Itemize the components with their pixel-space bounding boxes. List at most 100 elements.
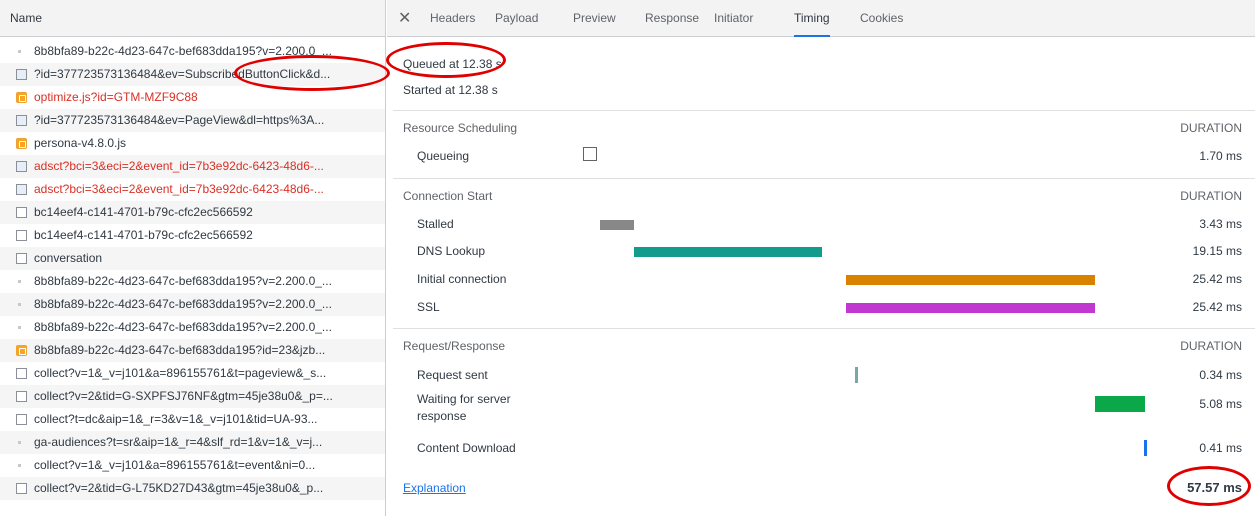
request-name: persona-v4.8.0.js [34,136,127,150]
document-icon [16,368,27,379]
request-row[interactable]: collect?v=1&_v=j101&a=896155761&t=pagevi… [0,362,385,385]
timing-row-label: Content Download [417,441,516,455]
timing-bar [600,220,634,230]
timing-bar [1144,440,1147,456]
tab-headers[interactable]: Headers [430,0,475,37]
request-name: collect?t=dc&aip=1&_r=3&v=1&_v=j101&tid=… [34,412,318,426]
resource-dot-icon [18,326,21,329]
section-title: Request/Response [403,339,506,353]
request-row[interactable]: collect?v=1&_v=j101&a=896155761&t=event&… [0,454,385,477]
request-name: 8b8bfa89-b22c-4d23-647c-bef683dda195?v=2… [34,274,332,288]
request-name: 8b8bfa89-b22c-4d23-647c-bef683dda195?id=… [34,343,326,357]
timing-row-label: SSL [417,300,440,314]
duration-header: DURATION [1180,121,1242,135]
document-icon [16,161,27,172]
timing-row-duration: 25.42 ms [1192,272,1242,286]
started-at-label: Started at 12.38 s [403,83,498,97]
request-name: conversation [34,251,103,265]
request-row[interactable]: adsct?bci=3&eci=2&event_id=7b3e92dc-6423… [0,178,385,201]
tab-response[interactable]: Response [645,0,699,37]
script-file-icon [16,138,27,149]
request-name: ?id=377723573136484&ev=PageView&dl=https… [34,113,325,127]
timing-row-label: DNS Lookup [417,244,486,258]
timing-bar [1095,396,1145,412]
resource-dot-icon [18,464,21,467]
duration-header: DURATION [1180,339,1242,353]
request-name: bc14eef4-c141-4701-b79c-cfc2ec566592 [34,228,253,242]
tab-initiator[interactable]: Initiator [714,0,753,37]
timing-row-duration: 3.43 ms [1199,217,1242,231]
document-icon [16,115,27,126]
timing-row-label: Waiting for server response [417,392,511,423]
tab-timing[interactable]: Timing [794,0,830,37]
request-row[interactable]: 8b8bfa89-b22c-4d23-647c-bef683dda195?id=… [0,339,385,362]
section-title: Resource Scheduling [403,121,518,135]
timing-bar [855,367,858,383]
request-row[interactable]: conversation [0,247,385,270]
request-row[interactable]: 8b8bfa89-b22c-4d23-647c-bef683dda195?v=2… [0,293,385,316]
timing-row-duration: 19.15 ms [1192,244,1242,258]
divider [393,178,1255,179]
document-icon [16,230,27,241]
tab-cookies[interactable]: Cookies [860,0,903,37]
detail-tabs: Headers Payload Preview Response Initiator Ti… [387,0,1255,37]
request-name: collect?v=1&_v=j101&a=896155761&t=event&… [34,458,316,472]
request-name: collect?v=1&_v=j101&a=896155761&t=pagevi… [34,366,327,380]
tab-payload[interactable]: Payload [495,0,538,37]
explanation-link[interactable]: Explanation [403,481,466,495]
tab-preview[interactable]: Preview [573,0,616,37]
close-icon[interactable]: ✕ [398,0,411,37]
document-icon [16,483,27,494]
request-name: 8b8bfa89-b22c-4d23-647c-bef683dda195?v=2… [34,297,332,311]
request-name: adsct?bci=3&eci=2&event_id=7b3e92dc-6423… [34,182,324,196]
divider [393,328,1255,329]
request-name: ga-audiences?t=sr&aip=1&_r=4&slf_rd=1&v=… [34,435,323,449]
request-row[interactable]: 8b8bfa89-b22c-4d23-647c-bef683dda195?v=2… [0,270,385,293]
request-row[interactable]: bc14eef4-c141-4701-b79c-cfc2ec566592 [0,224,385,247]
request-row[interactable]: collect?t=dc&aip=1&_r=3&v=1&_v=j101&tid=… [0,408,385,431]
request-name: optimize.js?id=GTM-MZF9C88 [34,90,198,104]
document-icon [16,207,27,218]
script-file-icon [16,345,27,356]
resource-dot-icon [18,441,21,444]
request-row[interactable]: ga-audiences?t=sr&aip=1&_r=4&slf_rd=1&v=… [0,431,385,454]
timing-bar [846,275,1095,285]
section-title: Connection Start [403,189,493,203]
timing-bar [634,247,822,257]
timing-row-duration: 25.42 ms [1192,300,1242,314]
resource-dot-icon [18,303,21,306]
timing-row-duration: 0.34 ms [1199,368,1242,382]
request-name: adsct?bci=3&eci=2&event_id=7b3e92dc-6423… [34,159,324,173]
request-row[interactable]: 8b8bfa89-b22c-4d23-647c-bef683dda195?v=2… [0,316,385,339]
request-row[interactable]: collect?v=2&tid=G-L75KD27D43&gtm=45je38u… [0,477,385,500]
timing-row-label: Request sent [417,368,488,382]
document-icon [16,69,27,80]
duration-header: DURATION [1180,189,1242,203]
name-column-header[interactable]: Name [0,0,385,37]
timing-row-duration: 5.08 ms [1199,397,1242,411]
request-name: collect?v=2&tid=G-SXPFSJ76NF&gtm=45je38u… [34,389,333,403]
request-name: 8b8bfa89-b22c-4d23-647c-bef683dda195?v=2… [34,320,332,334]
request-row[interactable]: bc14eef4-c141-4701-b79c-cfc2ec566592 [0,201,385,224]
annotation-circle-total [1167,466,1251,506]
document-icon [16,184,27,195]
timing-row-label: Stalled [417,217,454,231]
request-row[interactable]: collect?v=2&tid=G-SXPFSJ76NF&gtm=45je38u… [0,385,385,408]
request-row[interactable]: ?id=377723573136484&ev=PageView&dl=https… [0,109,385,132]
request-row[interactable]: persona-v4.8.0.js [0,132,385,155]
script-file-icon [16,92,27,103]
request-name: bc14eef4-c141-4701-b79c-cfc2ec566592 [34,205,253,219]
request-row[interactable]: adsct?bci=3&eci=2&event_id=7b3e92dc-6423… [0,155,385,178]
request-name: collect?v=2&tid=G-L75KD27D43&gtm=45je38u… [34,481,324,495]
timing-bar [846,303,1095,313]
document-icon [16,391,27,402]
resource-dot-icon [18,50,21,53]
timing-row-duration: 1.70 ms [1199,149,1242,163]
annotation-circle-queued [386,42,506,78]
divider [393,110,1255,111]
document-icon [16,253,27,264]
resource-dot-icon [18,280,21,283]
annotation-circle-request [234,55,390,91]
timing-row-label: Initial connection [417,272,507,286]
timing-row-duration: 0.41 ms [1199,441,1242,455]
